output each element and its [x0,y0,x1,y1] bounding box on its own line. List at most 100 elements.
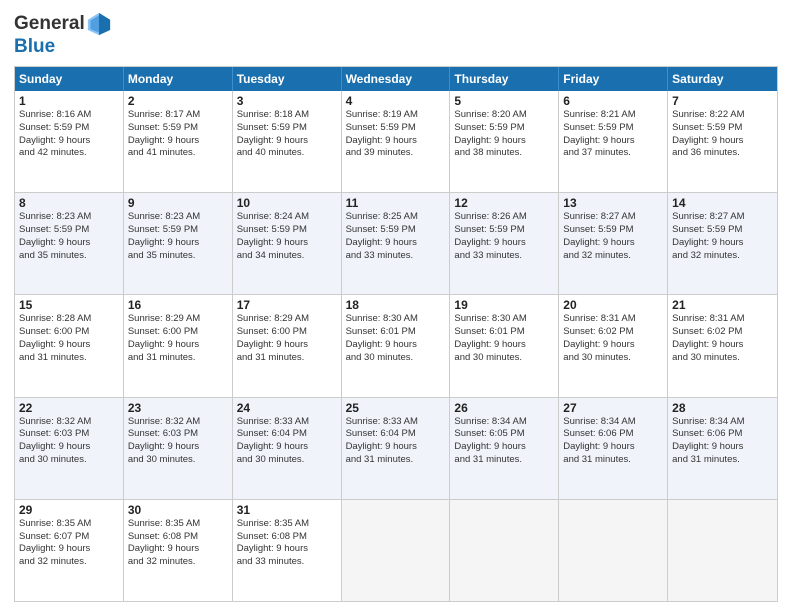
cell-info: Daylight: 9 hours [454,339,554,352]
day-number: 30 [128,503,228,517]
cell-info: Sunrise: 8:34 AM [672,416,773,429]
day-number: 14 [672,196,773,210]
day-number: 9 [128,196,228,210]
day-number: 13 [563,196,663,210]
day-number: 23 [128,401,228,415]
day-number: 11 [346,196,446,210]
day-number: 15 [19,298,119,312]
cell-info: Sunrise: 8:34 AM [563,416,663,429]
cell-info: Daylight: 9 hours [237,135,337,148]
cell-info: Sunset: 6:01 PM [346,326,446,339]
cell-info: Sunrise: 8:35 AM [128,518,228,531]
day-cell-11: 11Sunrise: 8:25 AMSunset: 5:59 PMDayligh… [342,193,451,294]
cell-info: and 31 minutes. [346,454,446,467]
day-cell-4: 4Sunrise: 8:19 AMSunset: 5:59 PMDaylight… [342,91,451,192]
cell-info: and 40 minutes. [237,147,337,160]
cell-info: Daylight: 9 hours [19,441,119,454]
cell-info: and 32 minutes. [563,250,663,263]
calendar-week-5: 29Sunrise: 8:35 AMSunset: 6:07 PMDayligh… [15,499,777,601]
cell-info: Sunset: 5:59 PM [346,122,446,135]
day-cell-24: 24Sunrise: 8:33 AMSunset: 6:04 PMDayligh… [233,398,342,499]
day-cell-21: 21Sunrise: 8:31 AMSunset: 6:02 PMDayligh… [668,295,777,396]
day-number: 17 [237,298,337,312]
cell-info: Daylight: 9 hours [563,441,663,454]
day-cell-3: 3Sunrise: 8:18 AMSunset: 5:59 PMDaylight… [233,91,342,192]
day-cell-10: 10Sunrise: 8:24 AMSunset: 5:59 PMDayligh… [233,193,342,294]
day-cell-7: 7Sunrise: 8:22 AMSunset: 5:59 PMDaylight… [668,91,777,192]
day-number: 10 [237,196,337,210]
cell-info: Sunrise: 8:30 AM [346,313,446,326]
cell-info: Sunset: 5:59 PM [237,224,337,237]
cell-info: Sunrise: 8:30 AM [454,313,554,326]
cell-info: Sunrise: 8:16 AM [19,109,119,122]
cell-info: Sunrise: 8:33 AM [346,416,446,429]
header-day-sunday: Sunday [15,67,124,91]
day-cell-8: 8Sunrise: 8:23 AMSunset: 5:59 PMDaylight… [15,193,124,294]
day-number: 12 [454,196,554,210]
cell-info: and 30 minutes. [672,352,773,365]
cell-info: Sunrise: 8:26 AM [454,211,554,224]
day-number: 25 [346,401,446,415]
day-cell-15: 15Sunrise: 8:28 AMSunset: 6:00 PMDayligh… [15,295,124,396]
cell-info: Sunrise: 8:35 AM [19,518,119,531]
day-number: 22 [19,401,119,415]
cell-info: Sunrise: 8:17 AM [128,109,228,122]
cell-info: Daylight: 9 hours [237,339,337,352]
cell-info: Sunset: 6:03 PM [128,428,228,441]
cell-info: Daylight: 9 hours [672,135,773,148]
day-number: 19 [454,298,554,312]
cell-info: and 31 minutes. [672,454,773,467]
cell-info: Daylight: 9 hours [563,135,663,148]
cell-info: Sunset: 5:59 PM [128,122,228,135]
day-cell-5: 5Sunrise: 8:20 AMSunset: 5:59 PMDaylight… [450,91,559,192]
cell-info: Sunset: 6:00 PM [19,326,119,339]
cell-info: and 41 minutes. [128,147,228,160]
cell-info: and 31 minutes. [563,454,663,467]
day-cell-25: 25Sunrise: 8:33 AMSunset: 6:04 PMDayligh… [342,398,451,499]
cell-info: Sunset: 5:59 PM [19,224,119,237]
cell-info: Sunrise: 8:23 AM [19,211,119,224]
day-cell-2: 2Sunrise: 8:17 AMSunset: 5:59 PMDaylight… [124,91,233,192]
day-number: 18 [346,298,446,312]
day-cell-29: 29Sunrise: 8:35 AMSunset: 6:07 PMDayligh… [15,500,124,601]
cell-info: Daylight: 9 hours [454,441,554,454]
cell-info: and 30 minutes. [128,454,228,467]
day-number: 21 [672,298,773,312]
day-number: 2 [128,94,228,108]
cell-info: and 31 minutes. [19,352,119,365]
cell-info: Sunset: 5:59 PM [19,122,119,135]
cell-info: Daylight: 9 hours [237,441,337,454]
cell-info: Sunset: 6:05 PM [454,428,554,441]
cell-info: and 30 minutes. [237,454,337,467]
cell-info: Daylight: 9 hours [237,543,337,556]
day-cell-19: 19Sunrise: 8:30 AMSunset: 6:01 PMDayligh… [450,295,559,396]
logo: General Blue [14,12,111,58]
cell-info: and 36 minutes. [672,147,773,160]
calendar-week-1: 1Sunrise: 8:16 AMSunset: 5:59 PMDaylight… [15,91,777,192]
cell-info: Daylight: 9 hours [19,237,119,250]
day-cell-13: 13Sunrise: 8:27 AMSunset: 5:59 PMDayligh… [559,193,668,294]
cell-info: and 32 minutes. [128,556,228,569]
logo-blue: Blue [14,36,55,58]
cell-info: and 38 minutes. [454,147,554,160]
empty-cell [559,500,668,601]
day-cell-14: 14Sunrise: 8:27 AMSunset: 5:59 PMDayligh… [668,193,777,294]
cell-info: Sunrise: 8:35 AM [237,518,337,531]
cell-info: Daylight: 9 hours [346,441,446,454]
day-number: 29 [19,503,119,517]
cell-info: Daylight: 9 hours [346,237,446,250]
cell-info: and 34 minutes. [237,250,337,263]
cell-info: and 32 minutes. [19,556,119,569]
cell-info: Sunrise: 8:24 AM [237,211,337,224]
day-cell-23: 23Sunrise: 8:32 AMSunset: 6:03 PMDayligh… [124,398,233,499]
cell-info: Sunset: 6:01 PM [454,326,554,339]
cell-info: Daylight: 9 hours [237,237,337,250]
empty-cell [668,500,777,601]
cell-info: Sunrise: 8:32 AM [128,416,228,429]
cell-info: Sunset: 5:59 PM [563,224,663,237]
cell-info: Sunset: 5:59 PM [454,224,554,237]
day-cell-12: 12Sunrise: 8:26 AMSunset: 5:59 PMDayligh… [450,193,559,294]
cell-info: Sunset: 6:08 PM [237,531,337,544]
cell-info: Daylight: 9 hours [563,339,663,352]
calendar-body: 1Sunrise: 8:16 AMSunset: 5:59 PMDaylight… [15,91,777,601]
